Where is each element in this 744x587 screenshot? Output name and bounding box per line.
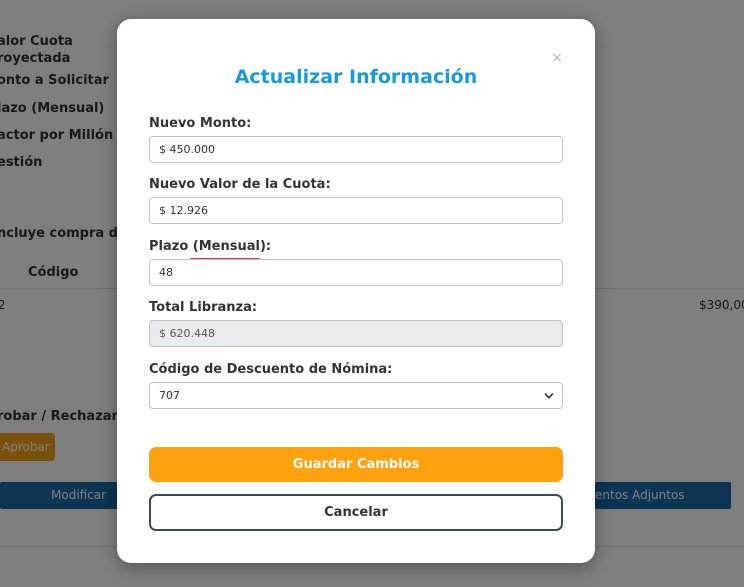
update-info-modal: × Actualizar Información Nuevo Monto: $ … [117,19,595,563]
nuevo-valor-cuota-label: Nuevo Valor de la Cuota: [149,177,331,192]
plazo-input[interactable]: 48 [149,259,563,286]
plazo-label: Plazo (Mensual): [149,239,272,254]
save-changes-button[interactable]: Guardar Cambios [149,447,563,482]
cancel-button[interactable]: Cancelar [149,494,563,531]
codigo-descuento-label: Código de Descuento de Nómina: [149,362,393,377]
codigo-descuento-value: 707 [159,389,180,402]
total-libranza-input: $ 620.448 [149,320,563,347]
close-icon[interactable]: × [551,51,563,65]
total-libranza-label: Total Libranza: [149,300,258,315]
chevron-down-icon [544,393,554,399]
modal-title: Actualizar Información [234,66,478,88]
codigo-descuento-select[interactable]: 707 [149,382,563,409]
nuevo-monto-input[interactable]: $ 450.000 [149,136,563,163]
nuevo-monto-label: Nuevo Monto: [149,116,252,131]
nuevo-valor-cuota-input[interactable]: $ 12.926 [149,197,563,224]
